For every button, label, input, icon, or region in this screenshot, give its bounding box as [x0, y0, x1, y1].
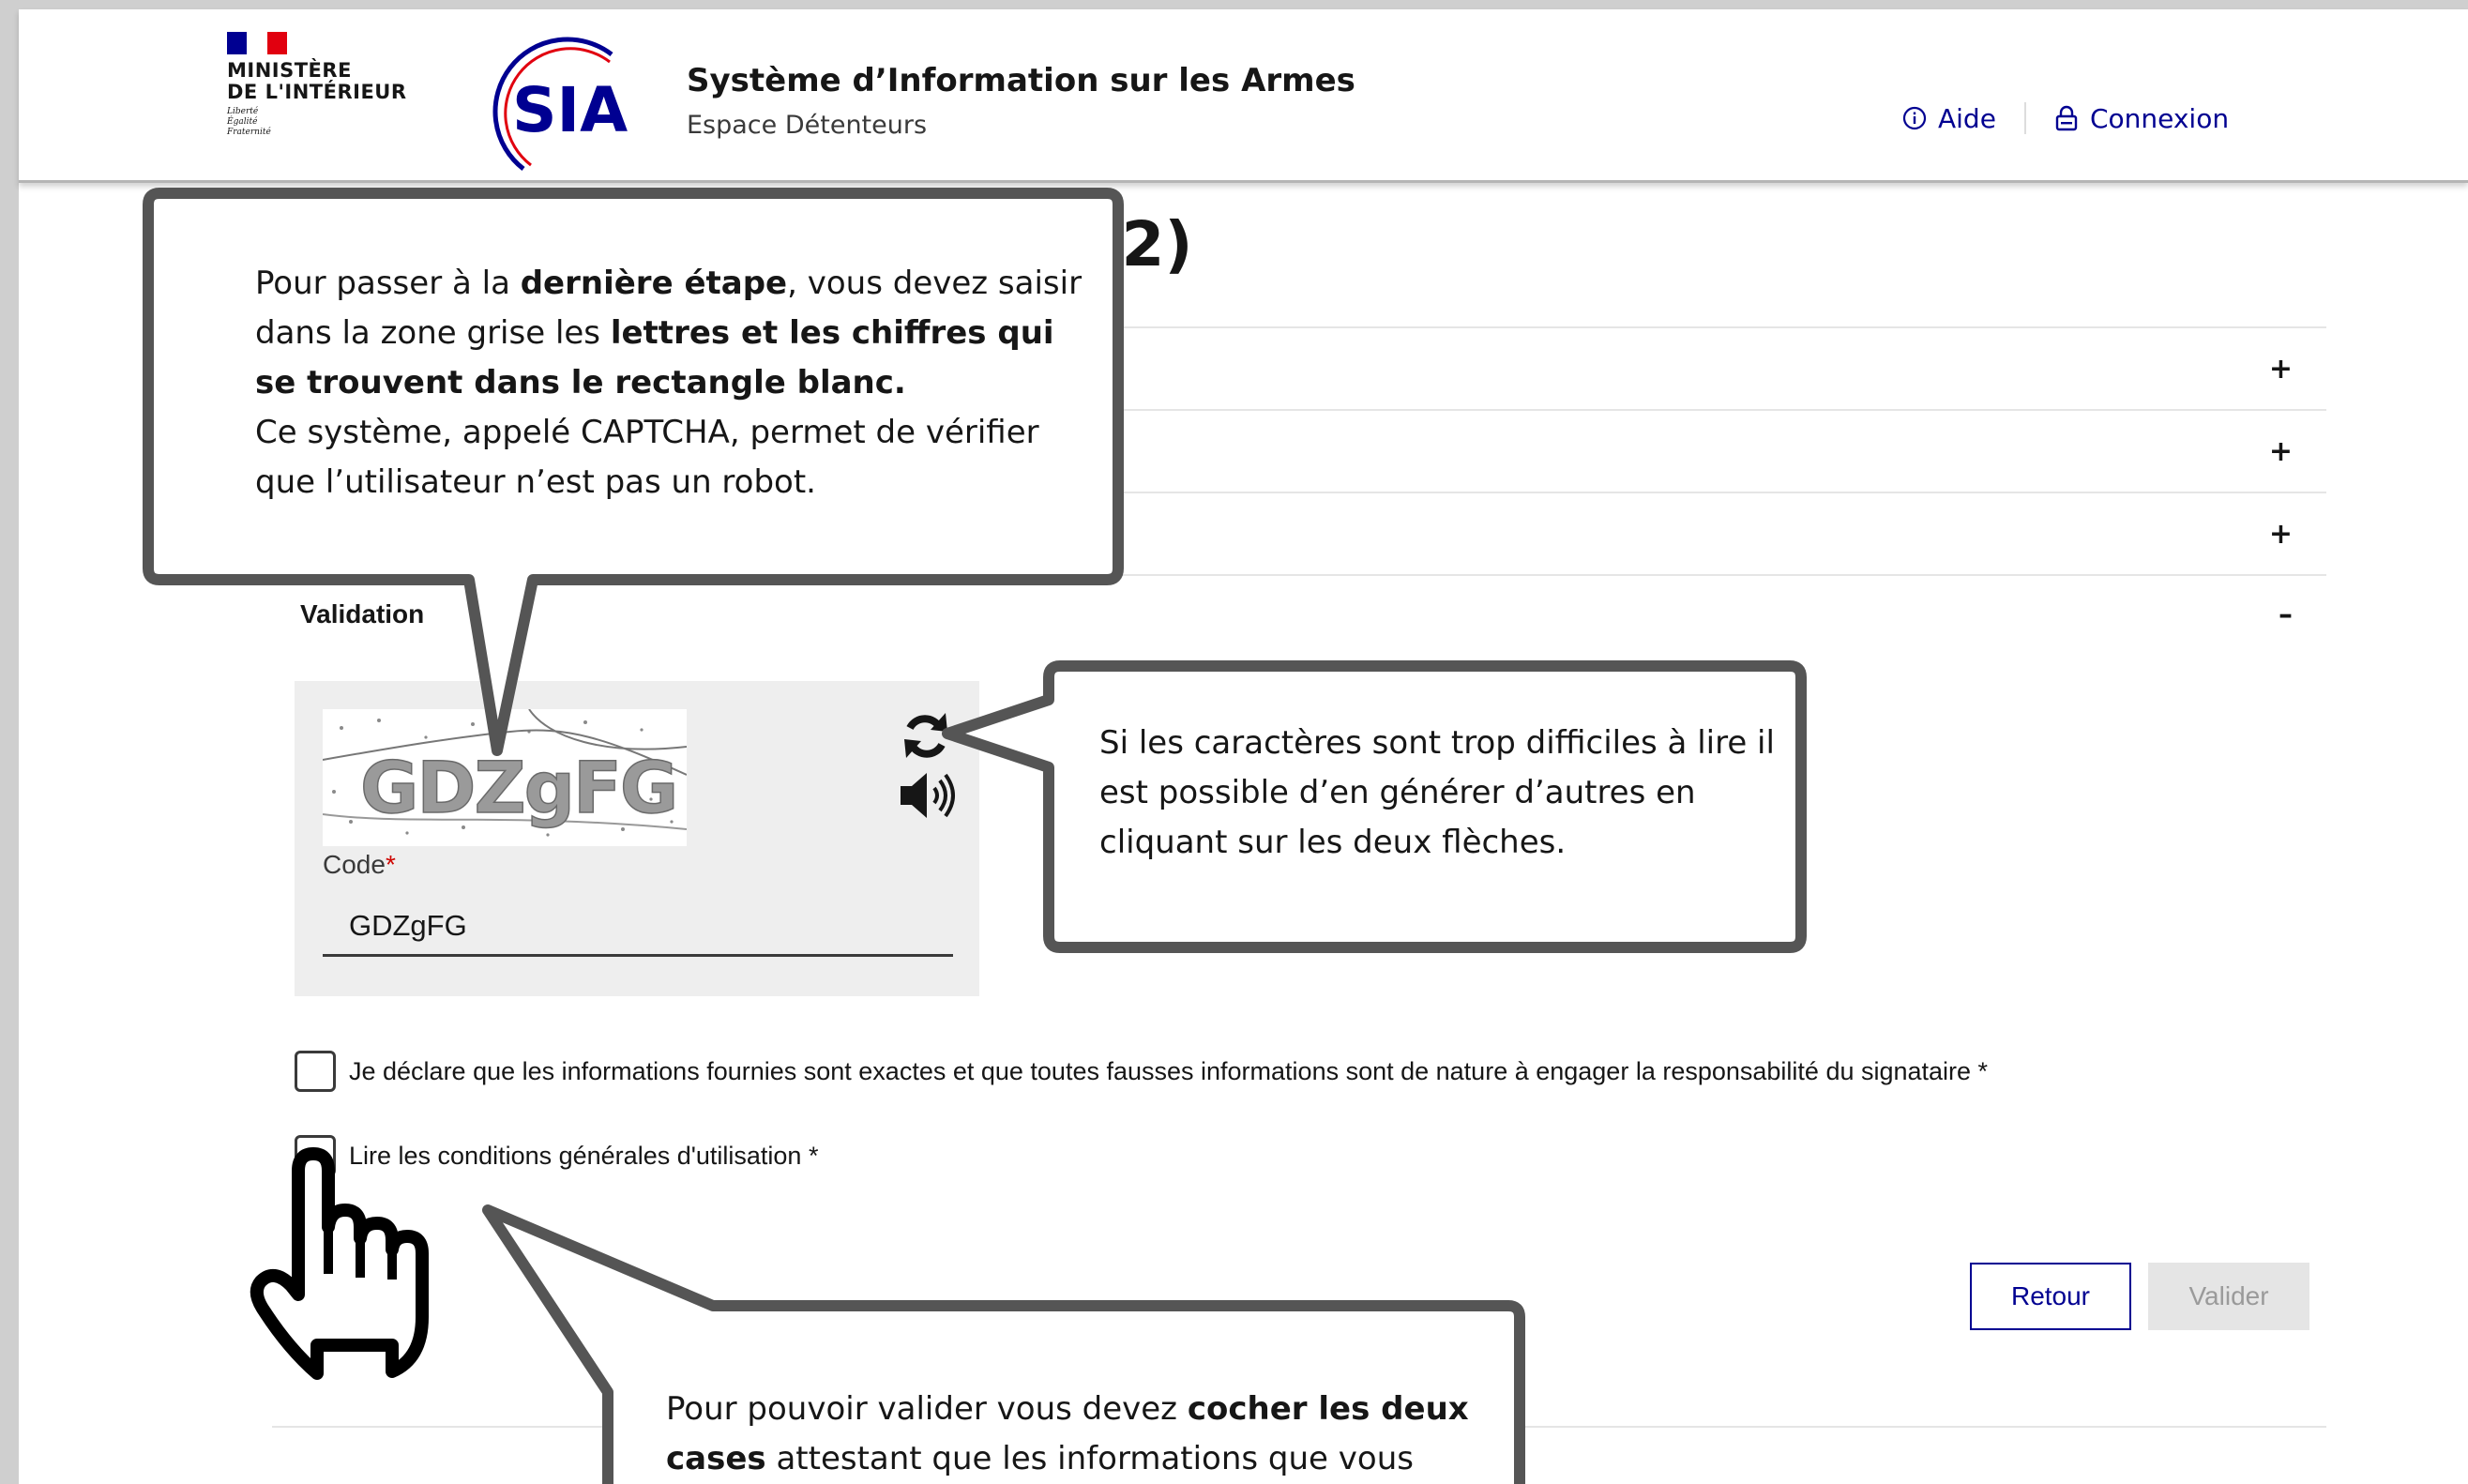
- code-field-label: Code*: [323, 850, 396, 879]
- captcha-tip-text: Pour passer à la dernière étape, vous de…: [255, 265, 1083, 501]
- required-marker: *: [385, 850, 396, 879]
- help-link[interactable]: Aide: [1902, 103, 1996, 134]
- sia-logo-text: SIA: [512, 74, 628, 146]
- site-header: MINISTÈRE DE L'INTÉRIEUR Liberté Égalité…: [19, 9, 2468, 183]
- accordion-label-validation: Validation: [300, 599, 425, 628]
- cgu-checkbox[interactable]: [295, 1135, 336, 1176]
- audio-captcha-icon[interactable]: [895, 767, 957, 824]
- info-icon: [1902, 106, 1927, 130]
- login-link[interactable]: Connexion: [2054, 103, 2229, 134]
- expand-icon: +: [2268, 352, 2293, 386]
- help-link-label: Aide: [1938, 102, 1996, 134]
- submit-button[interactable]: Valider: [2148, 1263, 2309, 1330]
- expand-icon: +: [2268, 517, 2293, 551]
- checkbox-tip-text: Pour pouvoir valider vous devez cocher l…: [666, 1390, 1469, 1477]
- collapse-icon: –: [2279, 598, 2293, 631]
- header-divider: [2023, 102, 2026, 134]
- cgu-checkbox-row: Lire les conditions générales d'utilisat…: [295, 1135, 818, 1176]
- ministry-name: MINISTÈRE DE L'INTÉRIEUR: [227, 59, 407, 103]
- back-button[interactable]: Retour: [1970, 1263, 2131, 1330]
- captcha-code-input[interactable]: [323, 897, 953, 957]
- site-title: Système d’Information sur les Armes: [687, 62, 1355, 99]
- lock-icon: [2055, 105, 2078, 131]
- site-subtitle: Espace Détenteurs: [687, 111, 928, 140]
- refresh-tip-text: Si les caractères sont trop difficiles à…: [1099, 724, 1775, 861]
- french-flag-icon: [227, 32, 287, 54]
- cgu-checkbox-label: Lire les conditions générales d'utilisat…: [349, 1141, 819, 1170]
- sia-logo[interactable]: SIA: [469, 26, 628, 176]
- declaration-checkbox-label: Je déclare que les informations fournies…: [349, 1056, 1989, 1085]
- captcha-panel: GDZgFG Code*: [295, 681, 979, 996]
- declaration-checkbox-row: Je déclare que les informations fournies…: [295, 1051, 1988, 1092]
- login-link-label: Connexion: [2089, 102, 2230, 134]
- accordion-section-validation[interactable]: Validation –: [300, 574, 2308, 655]
- header-links: Aide Connexion: [1902, 99, 2229, 137]
- captcha-image-text: GDZgFG: [360, 746, 676, 829]
- expand-icon: +: [2268, 434, 2293, 468]
- refresh-captcha-icon[interactable]: [895, 709, 957, 762]
- declaration-checkbox[interactable]: [295, 1051, 336, 1092]
- captcha-image: GDZgFG: [323, 709, 687, 846]
- ministry-motto: Liberté Égalité Fraternité: [227, 107, 271, 137]
